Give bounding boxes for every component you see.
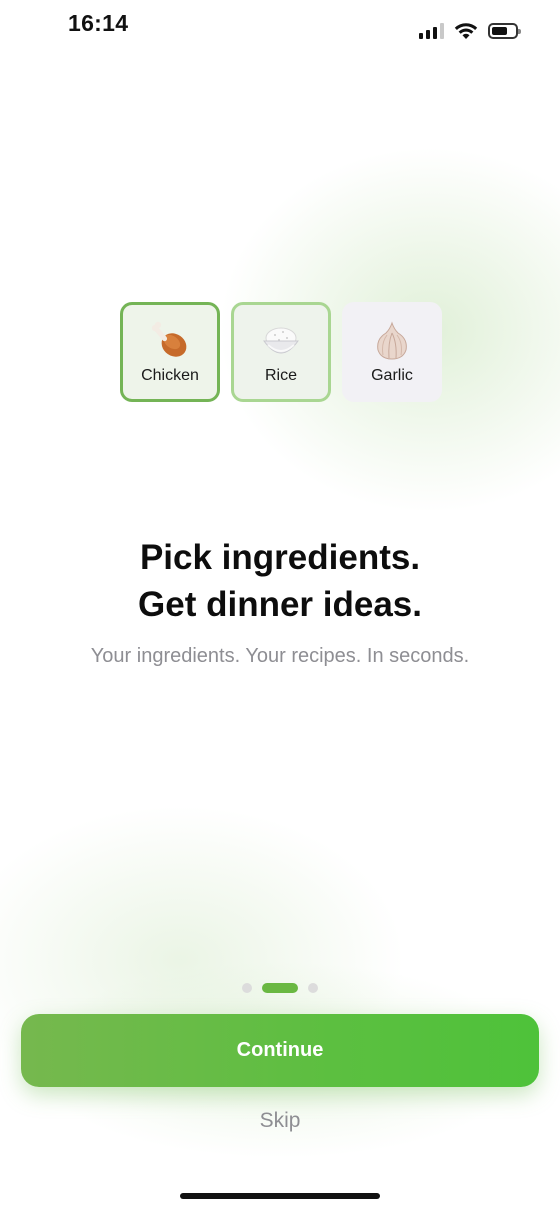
ingredient-label: Garlic <box>371 367 413 384</box>
rice-bowl-icon <box>259 319 303 363</box>
ingredient-card-garlic[interactable]: Garlic <box>342 302 442 402</box>
page-title: Pick ingredients. Get dinner ideas. <box>0 534 560 628</box>
chicken-leg-icon <box>148 319 192 363</box>
continue-button[interactable]: Continue <box>21 1014 539 1087</box>
home-indicator <box>180 1193 380 1199</box>
status-bar: 16:14 <box>0 0 560 60</box>
page-indicator <box>0 983 560 993</box>
skip-button[interactable]: Skip <box>0 1109 560 1133</box>
headline-line-1: Pick ingredients. <box>139 538 421 577</box>
page-dot <box>242 983 252 993</box>
battery-icon <box>488 23 521 39</box>
subtitle: Your ingredients. Your recipes. In secon… <box>90 645 470 667</box>
signal-icon <box>419 23 444 39</box>
wifi-icon <box>454 23 478 39</box>
ingredient-cards: Chicken Rice Garlic <box>120 302 442 402</box>
page-dot <box>308 983 318 993</box>
status-icons <box>419 22 521 40</box>
ingredient-label: Chicken <box>141 367 199 384</box>
ingredient-card-chicken[interactable]: Chicken <box>120 302 220 402</box>
ingredient-label: Rice <box>264 367 297 384</box>
status-time: 16:14 <box>68 10 129 36</box>
ingredient-card-rice[interactable]: Rice <box>231 302 331 402</box>
headline-line-2: Get dinner ideas. <box>138 585 422 624</box>
garlic-icon <box>370 319 414 363</box>
page-dot-active <box>262 983 298 993</box>
